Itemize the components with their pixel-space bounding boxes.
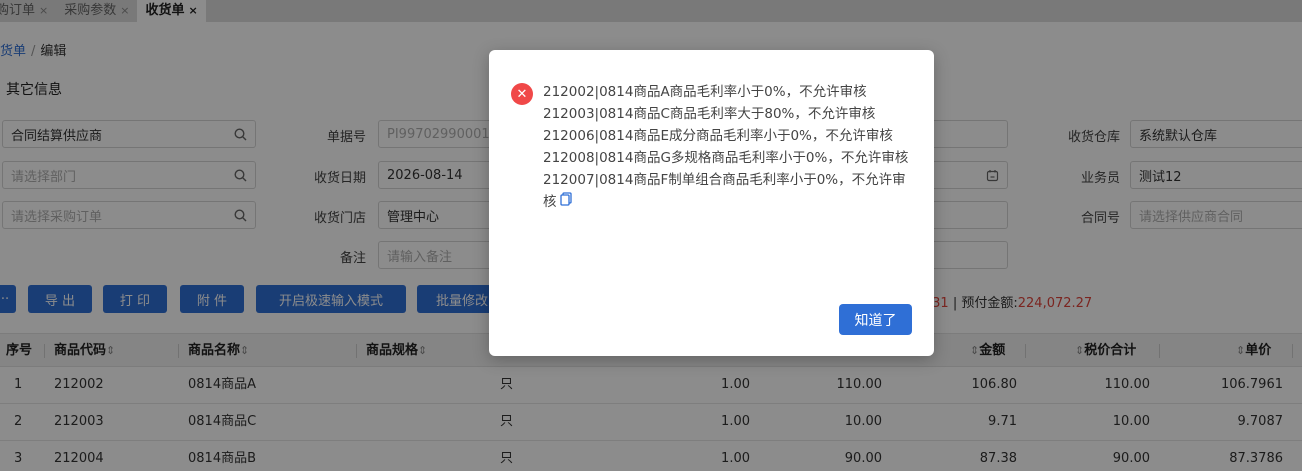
copy-icon[interactable] [559,191,572,213]
error-message: 212008|0814商品G多规格商品毛利率小于0%，不允许审核 [543,150,909,166]
error-messages: 212002|0814商品A商品毛利率小于0%，不允许审核 212003|081… [543,81,915,213]
error-message: 212003|0814商品C商品毛利率大于80%，不允许审核 [543,106,876,122]
error-message: 212006|0814商品E成分商品毛利率小于0%，不允许审核 [543,128,893,144]
ok-button[interactable]: 知道了 [839,304,912,335]
error-message: 212007|0814商品F制单组合商品毛利率小于0%，不允许审核 [543,172,906,210]
error-dialog: ✕ 212002|0814商品A商品毛利率小于0%，不允许审核 212003|0… [489,50,934,356]
error-icon: ✕ [511,83,533,105]
error-message: 212002|0814商品A商品毛利率小于0%，不允许审核 [543,84,867,100]
